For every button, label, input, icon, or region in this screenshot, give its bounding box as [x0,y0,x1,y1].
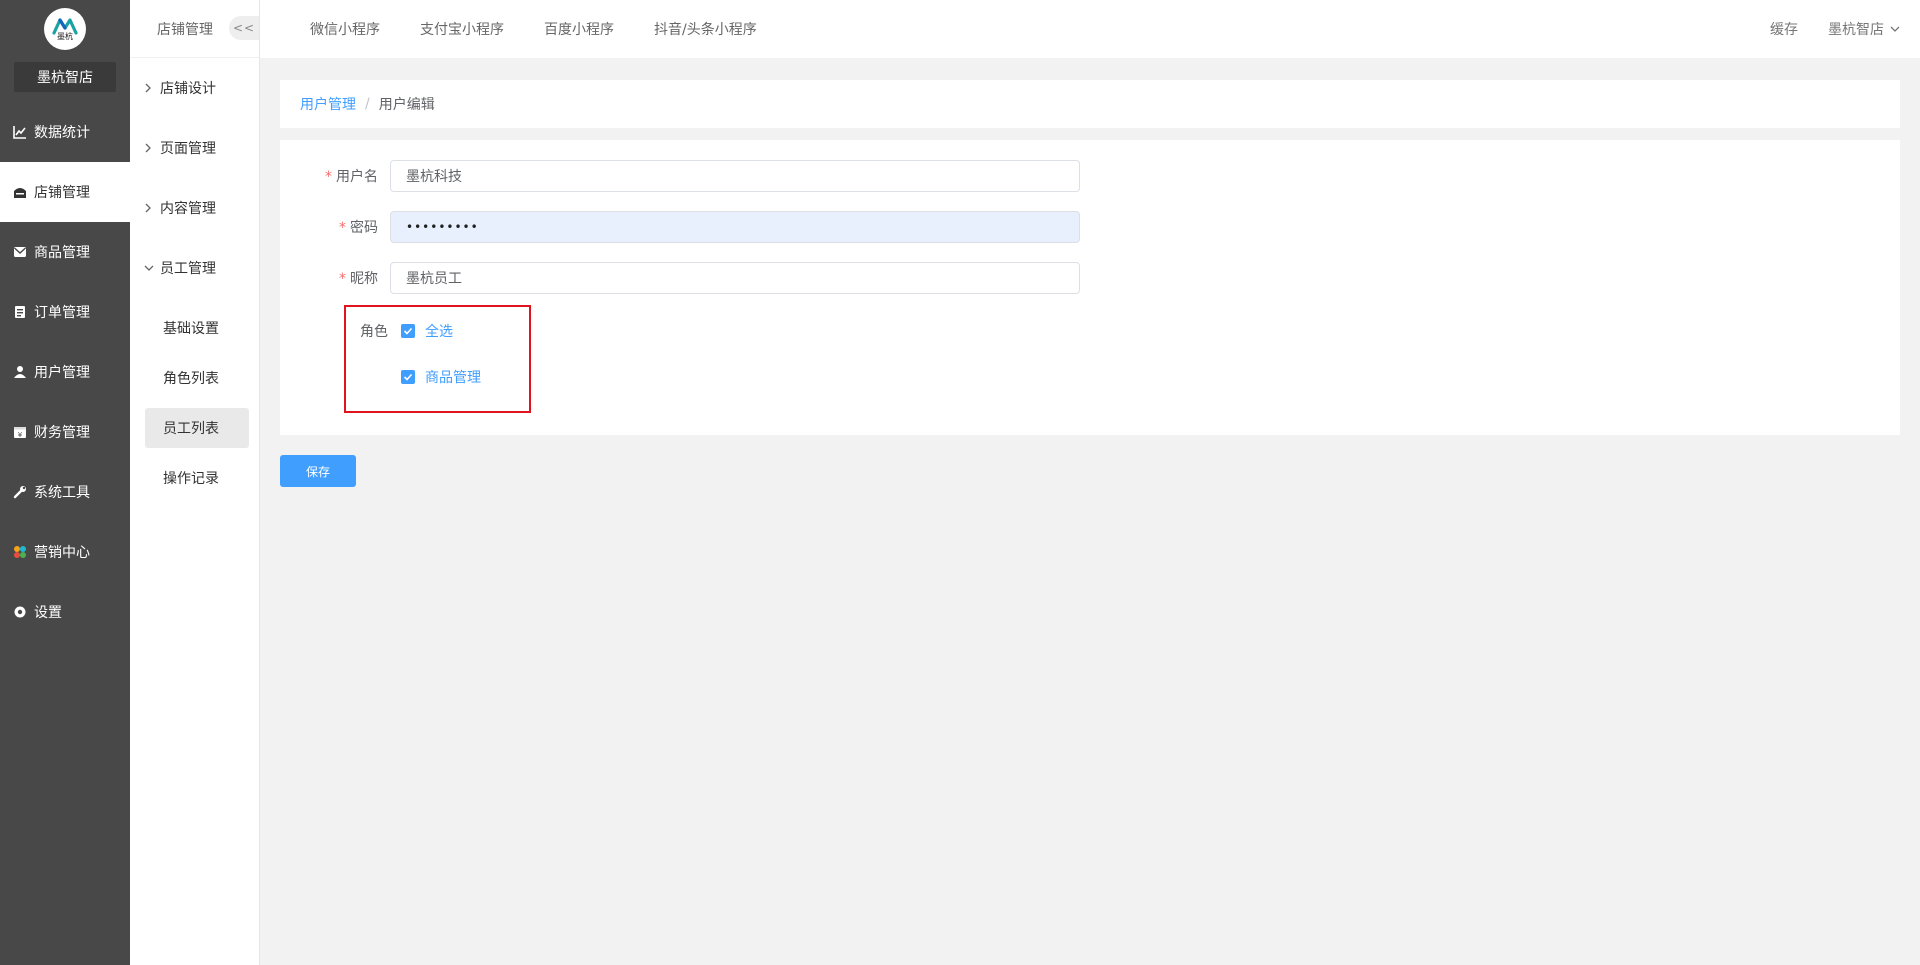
role-option-product-management[interactable]: 商品管理 [401,367,481,387]
sidebar-item-label: 数据统计 [34,125,90,141]
sidebar-item-users[interactable]: 用户管理 [0,342,130,402]
user-edit-form: * 用户名 墨杭科技 * 密码 ••••••••• * 昵称 墨杭员工 角色 全选 商… [280,140,1900,435]
sidebar-item-store[interactable]: 店铺管理 [0,162,130,222]
sidebar-item-products[interactable]: 商品管理 [0,222,130,282]
nickname-row: * 昵称 墨杭员工 [280,262,1080,294]
shop-name: 墨杭智店 [14,62,116,92]
subnav-item-role-list[interactable]: 角色列表 [145,358,249,398]
sidebar-item-statistics[interactable]: 数据统计 [0,102,130,162]
tab-douyin-miniprogram[interactable]: 抖音/头条小程序 [654,19,757,39]
secondary-sidebar-header: 店铺管理 << [130,0,259,58]
username-field[interactable]: 墨杭科技 [390,160,1080,192]
logo-area: 墨杭 [0,0,130,58]
secondary-sidebar-title: 店铺管理 [157,21,213,38]
sidebar-item-label: 商品管理 [34,245,90,261]
password-field[interactable]: ••••••••• [390,211,1080,243]
required-mark: * [339,220,346,236]
sidebar-item-label: 系统工具 [34,485,90,501]
store-icon [12,184,28,200]
tab-alipay-miniprogram[interactable]: 支付宝小程序 [420,19,504,39]
marketing-icon [12,544,28,560]
sidebar-item-label: 订单管理 [34,305,90,321]
chevron-right-icon [144,143,154,153]
sidebar-item-label: 用户管理 [34,365,90,381]
main-sidebar: 墨杭 墨杭智店 数据统计 店铺管理 商品管理 订单管理 用户管理 ¥ 财务管理 … [0,0,130,965]
subnav-group-page-management[interactable]: 页面管理 [130,118,259,178]
nickname-label: * 昵称 [339,271,378,287]
select-all-checkbox[interactable]: 全选 [401,321,453,341]
top-bar-right: 缓存 墨杭智店 [1770,0,1900,58]
user-icon [12,364,28,380]
subnav-group-label: 员工管理 [160,261,216,277]
breadcrumb: 用户管理 / 用户编辑 [280,80,1900,128]
subnav-item-basic-settings[interactable]: 基础设置 [145,308,249,348]
wrench-icon [12,484,28,500]
user-menu[interactable]: 墨杭智店 [1828,19,1900,39]
logo-text: 墨杭 [57,32,73,41]
svg-text:¥: ¥ [18,431,23,439]
sidebar-item-finance[interactable]: ¥ 财务管理 [0,402,130,462]
username-row: * 用户名 墨杭科技 [280,160,1080,192]
chart-line-icon [12,124,28,140]
sidebar-item-label: 设置 [34,605,62,621]
top-bar: 微信小程序 支付宝小程序 百度小程序 抖音/头条小程序 缓存 墨杭智店 [260,0,1920,58]
brand-logo[interactable]: 墨杭 [44,8,86,50]
subnav-group-staff-management[interactable]: 员工管理 [130,238,259,298]
subnav-item-operation-log[interactable]: 操作记录 [145,458,249,498]
gear-icon [12,604,28,620]
sidebar-item-tools[interactable]: 系统工具 [0,462,130,522]
username-label: * 用户名 [325,169,378,185]
chevron-right-icon [144,203,154,213]
sidebar-item-marketing[interactable]: 营销中心 [0,522,130,582]
save-button[interactable]: 保存 [280,455,356,487]
password-row: * 密码 ••••••••• [280,211,1080,243]
chevron-down-icon [144,264,154,272]
select-all-label: 全选 [425,324,453,340]
required-mark: * [339,271,346,287]
sidebar-item-label: 营销中心 [34,545,90,561]
breadcrumb-separator: / [365,96,370,112]
collapse-sidebar-button[interactable]: << [229,16,259,40]
role-option-label: 商品管理 [425,370,481,386]
envelope-icon [12,244,28,260]
nickname-field[interactable]: 墨杭员工 [390,262,1080,294]
password-label: * 密码 [339,220,378,236]
subnav-group-content-management[interactable]: 内容管理 [130,178,259,238]
user-menu-label: 墨杭智店 [1828,22,1884,38]
finance-icon: ¥ [12,424,28,440]
required-mark: * [325,169,332,185]
clipboard-icon [12,304,28,320]
subnav-group-label: 店铺设计 [160,81,216,97]
caret-down-icon [1890,21,1900,37]
chevron-right-icon [144,83,154,93]
main-nav: 数据统计 店铺管理 商品管理 订单管理 用户管理 ¥ 财务管理 系统工具 营销中… [0,102,130,642]
cache-button[interactable]: 缓存 [1770,19,1798,39]
subnav-group-store-design[interactable]: 店铺设计 [130,58,259,118]
tab-wechat-miniprogram[interactable]: 微信小程序 [310,19,380,39]
checkbox-checked-icon [401,324,415,338]
secondary-sidebar: 店铺管理 << 店铺设计 页面管理 内容管理 员工管理 基础设置 角色列表 员工… [130,0,260,965]
sidebar-item-settings[interactable]: 设置 [0,582,130,642]
breadcrumb-parent-link[interactable]: 用户管理 [300,94,356,114]
password-value: ••••••••• [406,220,479,234]
subnav-group-label: 页面管理 [160,141,216,157]
role-label: 角色 [360,324,388,340]
sidebar-item-label: 财务管理 [34,425,90,441]
sidebar-item-label: 店铺管理 [34,185,90,201]
subnav-group-label: 内容管理 [160,201,216,217]
tab-baidu-miniprogram[interactable]: 百度小程序 [544,19,614,39]
subnav-item-staff-list[interactable]: 员工列表 [145,408,249,448]
sidebar-item-orders[interactable]: 订单管理 [0,282,130,342]
checkbox-checked-icon [401,370,415,384]
breadcrumb-current: 用户编辑 [378,97,435,113]
